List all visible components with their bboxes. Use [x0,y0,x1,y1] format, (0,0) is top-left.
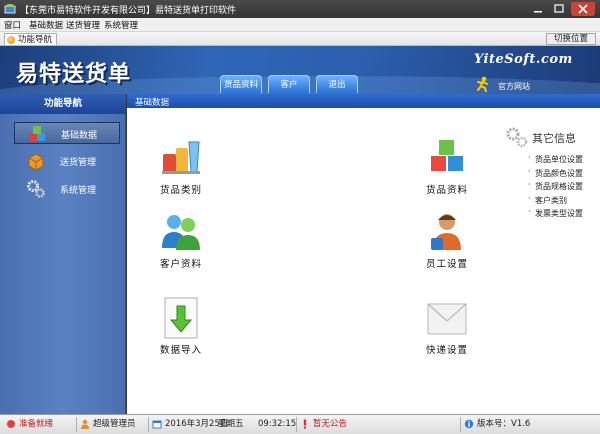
status-separator [148,417,149,432]
link-unit-settings[interactable]: 货品单位设置 [505,153,600,168]
status-ready-text: 准备就绪 [19,419,54,429]
tab-product-info[interactable]: 货品资料 [220,75,262,93]
cubes-icon [29,126,45,141]
document-tab-bar: 功能导航 切换位置 [0,32,600,46]
app-logo: 易特送货单 [16,61,132,87]
gears-icon [27,180,45,198]
status-ready: 准备就绪 [6,418,53,431]
feature-customer-info[interactable]: 客户资料 [151,210,211,270]
official-site-label: 官方网站 [498,82,530,91]
maximize-button[interactable] [549,2,569,16]
menu-delivery[interactable]: 送货管理 [66,19,100,31]
info-icon [464,419,474,429]
menu-basic-data[interactable]: 基础数据 [29,19,63,31]
sidebar-item-label: 系统管理 [60,186,97,196]
status-time: 09:32:15 [258,419,297,429]
tab-function-nav[interactable]: 功能导航 [4,33,58,45]
site-logo: YiteSoft.com [474,52,573,67]
menu-system[interactable]: 系统管理 [104,19,138,31]
status-weekday: 星期五 [218,419,244,429]
feature-label: 货品资料 [425,185,468,196]
minimize-button[interactable] [528,2,548,16]
data-import-icon [164,297,198,339]
tab-label: 功能导航 [18,35,53,45]
express-settings-icon [427,303,467,335]
sidebar-item-label: 送货管理 [60,158,97,168]
sidebar-item-basic-data[interactable]: 基础数据 [14,122,120,144]
status-version-text: 版本号：V1.6 [477,419,531,429]
feature-employee-settings[interactable]: 员工设置 [417,210,477,270]
gears-icon [506,127,528,148]
status-bar: 准备就绪 超级管理员 2016年3月25日 星期五 09:32:15 暂无公告 … [0,414,600,434]
feature-label: 员工设置 [425,259,468,270]
sidebar-item-delivery[interactable]: 送货管理 [14,150,120,172]
window-title: 【东莞市易特软件开发有限公司】易特送货单打印软件 [20,6,237,16]
status-user: 超级管理员 [80,418,136,431]
title-bar: 【东莞市易特软件开发有限公司】易特送货单打印软件 [0,0,600,18]
switch-position-button[interactable]: 切换位置 [546,33,596,45]
status-separator [296,417,297,432]
status-notice: 暂无公告 [300,418,347,431]
notice-icon [303,419,307,429]
menu-window[interactable]: 窗口 [4,19,21,31]
feature-label: 快递设置 [425,345,468,356]
app-icon [4,4,16,14]
other-info-title: 其它信息 [532,132,576,145]
product-info-icon [431,140,463,171]
nav-tab-icon [7,36,15,44]
user-icon [81,419,89,429]
feature-product-info[interactable]: 货品资料 [417,136,477,196]
link-spec-settings[interactable]: 货品规格设置 [505,180,600,195]
link-invoice-type-settings[interactable]: 发票类型设置 [505,207,600,222]
feature-label: 货品类别 [159,185,202,196]
status-notice-text: 暂无公告 [313,419,348,429]
status-separator [76,417,77,432]
calendar-icon [152,420,162,429]
sidebar: 功能导航 基础数据 送货管理 系统管理 [0,94,126,414]
header-banner: 易特送货单 YiteSoft.com 货品资料 客户 退出 官方网站 [0,46,600,94]
other-info-links: 货品单位设置 货品颜色设置 货品规格设置 客户类别 发票类型设置 [505,153,600,222]
other-info-header: 其它信息 [505,126,600,148]
tab-exit[interactable]: 退出 [316,75,358,93]
product-category-icon [162,141,200,174]
menu-bar: 窗口 基础数据 送货管理 系统管理 [0,18,600,32]
close-icon [578,4,588,14]
main-content: 基础数据 货品类别 货品资料 客户资料 员工设置 数据导入 快递设置 其它信息 … [127,94,600,414]
tab-customer[interactable]: 客户 [268,75,310,93]
link-customer-category[interactable]: 客户类别 [505,194,600,209]
status-separator [460,417,461,432]
sidebar-item-system[interactable]: 系统管理 [14,178,120,200]
ready-icon [7,420,15,428]
package-icon [28,153,44,171]
feature-label: 客户资料 [159,259,202,270]
content-header: 基础数据 [127,94,600,108]
link-color-settings[interactable]: 货品颜色设置 [505,167,600,182]
status-user-text: 超级管理员 [93,419,136,429]
status-version: 版本号：V1.6 [464,418,530,431]
breadcrumb: 基础数据 [135,98,170,108]
sidebar-title: 功能导航 [0,94,126,114]
employee-settings-icon [431,214,461,250]
maximize-icon [554,4,564,13]
runner-icon [477,76,488,92]
close-button[interactable] [571,2,595,16]
feature-express-settings[interactable]: 快递设置 [417,296,477,356]
other-info-panel: 其它信息 货品单位设置 货品颜色设置 货品规格设置 客户类别 发票类型设置 [505,126,600,222]
feature-label: 数据导入 [159,345,202,356]
customer-info-icon [162,215,200,250]
sidebar-item-label: 基础数据 [61,131,98,141]
feature-product-category[interactable]: 货品类别 [151,136,211,196]
feature-data-import[interactable]: 数据导入 [151,296,211,356]
minimize-icon [534,11,542,13]
